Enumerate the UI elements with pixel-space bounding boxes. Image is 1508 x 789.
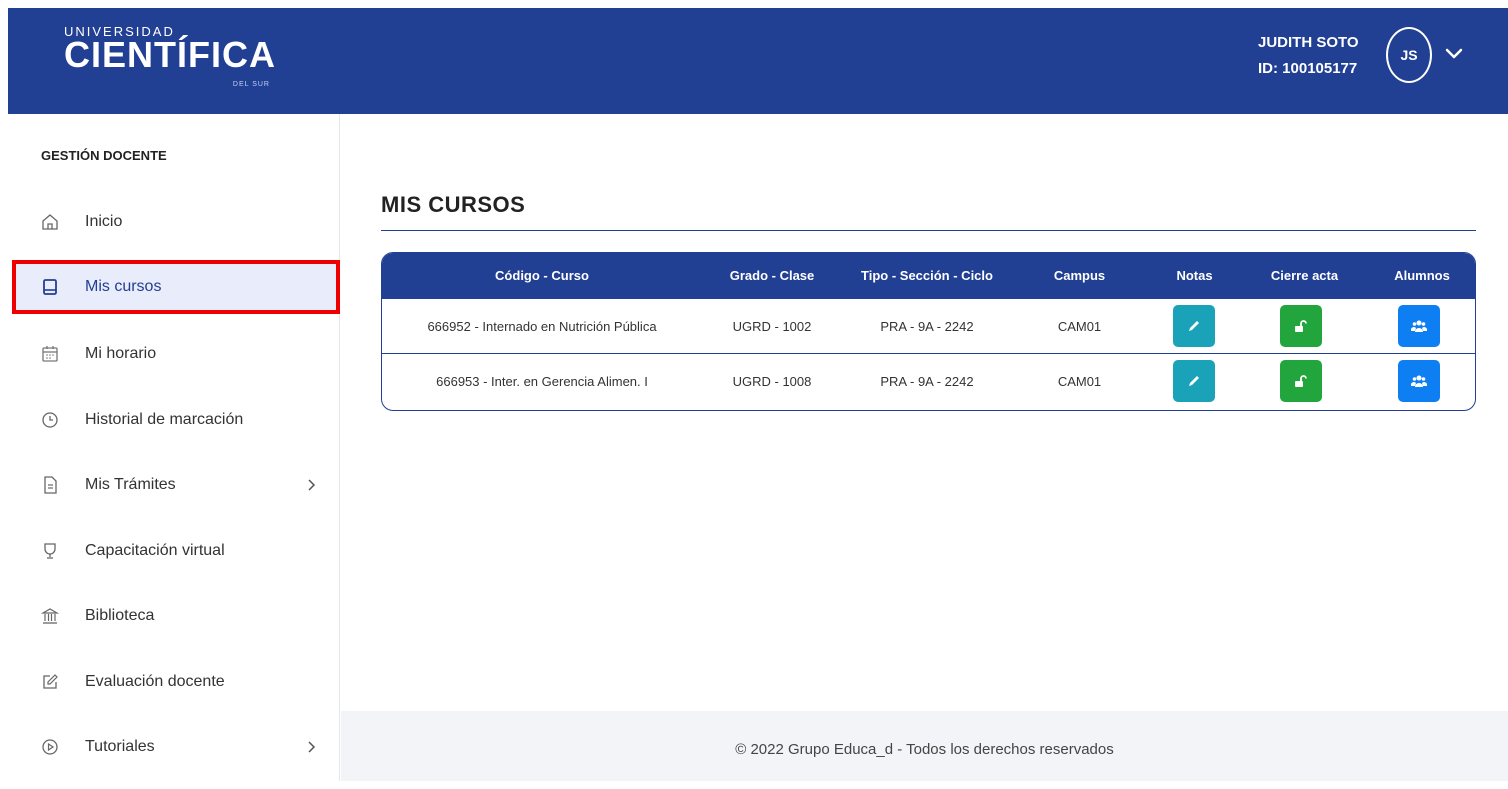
- user-id: ID: 100105177: [1258, 60, 1358, 77]
- page-title: MIS CURSOS: [381, 192, 526, 217]
- table-row: 666952 - Internado en Nutrición Pública …: [382, 299, 1475, 354]
- column-header: Grado - Clase: [729, 268, 815, 283]
- university-logo[interactable]: UNIVERSIDAD CIENTÍFICA DEL SUR: [64, 24, 276, 88]
- cell-grado: UGRD - 1002: [732, 319, 812, 334]
- sidebar-item-label: Mi horario: [85, 345, 157, 362]
- column-header: Alumnos: [1394, 268, 1450, 283]
- pencil-icon: [1189, 321, 1199, 331]
- users-icon: [1411, 375, 1427, 387]
- sidebar-item-label: Inicio: [85, 213, 123, 230]
- table-header: Código - Curso Grado - Clase Tipo - Secc…: [382, 253, 1475, 299]
- sidebar-item-evaluacion[interactable]: Evaluación docente: [12, 655, 340, 709]
- chevron-down-icon[interactable]: [1442, 41, 1466, 65]
- edit-icon: [43, 674, 58, 689]
- cell-campus: CAM01: [1057, 319, 1102, 334]
- library-icon: [41, 608, 59, 624]
- unlock-icon: [1295, 320, 1307, 332]
- sidebar-item-label: Historial de marcación: [85, 411, 244, 428]
- sidebar-item-historial[interactable]: Historial de marcación: [12, 393, 340, 447]
- cell-curso: 666952 - Internado en Nutrición Pública: [427, 319, 657, 334]
- sidebar-item-mis-cursos[interactable]: Mis cursos: [12, 260, 340, 314]
- avatar-initials: JS: [1400, 47, 1418, 63]
- document-icon: [44, 476, 57, 494]
- user-name: JUDITH SOTO: [1258, 34, 1359, 51]
- unlock-icon: [1295, 375, 1307, 387]
- column-header: Código - Curso: [495, 268, 589, 283]
- calendar-icon: [42, 346, 58, 362]
- chevron-right-icon: [308, 741, 316, 753]
- cell-curso: 666953 - Inter. en Gerencia Alimen. I: [436, 374, 648, 389]
- sidebar-item-inicio[interactable]: Inicio: [12, 195, 340, 249]
- notas-button[interactable]: [1173, 305, 1215, 347]
- alumnos-button[interactable]: [1398, 305, 1440, 347]
- sidebar-item-label: Mis cursos: [85, 278, 162, 295]
- pencil-icon: [1189, 376, 1199, 386]
- cell-grado: UGRD - 1008: [732, 374, 812, 389]
- sidebar-item-biblioteca[interactable]: Biblioteca: [12, 589, 340, 643]
- column-header: Notas: [1176, 268, 1213, 283]
- notas-button[interactable]: [1173, 360, 1215, 402]
- column-header: Campus: [1053, 268, 1106, 283]
- sidebar-item-label: Mis Trámites: [85, 476, 176, 493]
- sidebar-item-label: Biblioteca: [85, 607, 155, 624]
- sidebar-item-mis-tramites[interactable]: Mis Trámites: [12, 458, 340, 512]
- play-icon: [42, 739, 58, 755]
- book-icon: [43, 279, 57, 295]
- cell-tipo: PRA - 9A - 2242: [880, 319, 974, 334]
- sidebar: GESTIÓN DOCENTE Inicio Mis cursos Mi hor…: [0, 114, 340, 781]
- avatar[interactable]: JS: [1386, 27, 1432, 83]
- alumnos-button[interactable]: [1398, 360, 1440, 402]
- cell-campus: CAM01: [1057, 374, 1102, 389]
- user-info: JUDITH SOTO ID: 100105177: [1258, 30, 1359, 82]
- top-header: UNIVERSIDAD CIENTÍFICA DEL SUR JUDITH SO…: [8, 8, 1508, 114]
- footer-copyright: © 2022 Grupo Educa_d - Todos los derecho…: [735, 741, 1114, 758]
- chevron-right-icon: [308, 479, 316, 491]
- footer: © 2022 Grupo Educa_d - Todos los derecho…: [341, 711, 1508, 781]
- cierre-acta-button[interactable]: [1280, 305, 1322, 347]
- cell-tipo: PRA - 9A - 2242: [880, 374, 974, 389]
- sidebar-item-label: Evaluación docente: [85, 673, 225, 690]
- sidebar-item-mi-horario[interactable]: Mi horario: [12, 327, 340, 381]
- home-icon: [42, 214, 58, 230]
- trophy-icon: [44, 543, 56, 559]
- sidebar-item-label: Tutoriales: [85, 738, 155, 755]
- users-icon: [1411, 320, 1427, 332]
- column-header: Tipo - Sección - Ciclo: [861, 268, 993, 283]
- sidebar-item-label: Capacitación virtual: [85, 542, 225, 559]
- table-row: 666953 - Inter. en Gerencia Alimen. I UG…: [382, 354, 1475, 409]
- sidebar-item-tutoriales[interactable]: Tutoriales: [12, 720, 340, 774]
- logo-line2: CIENTÍFICA: [64, 34, 276, 75]
- title-divider: [381, 230, 1476, 231]
- sidebar-heading: GESTIÓN DOCENTE: [41, 148, 167, 163]
- logo-line3: DEL SUR: [232, 81, 270, 88]
- courses-table: Código - Curso Grado - Clase Tipo - Secc…: [381, 252, 1476, 411]
- cierre-acta-button[interactable]: [1280, 360, 1322, 402]
- sidebar-item-capacitacion[interactable]: Capacitación virtual: [12, 524, 340, 578]
- clock-icon: [42, 412, 58, 428]
- column-header: Cierre acta: [1270, 268, 1339, 283]
